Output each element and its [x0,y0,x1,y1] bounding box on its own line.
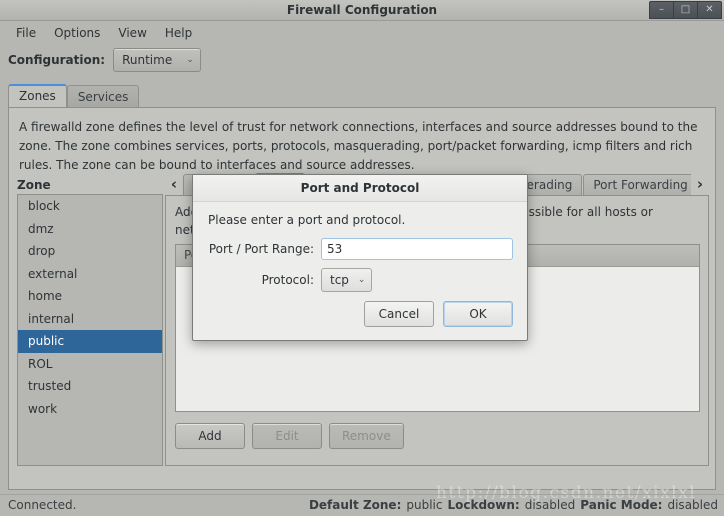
list-item[interactable]: block [18,195,162,218]
menubar: File Options View Help [0,22,724,44]
window-controls: – □ ✕ [649,1,722,19]
list-item-selected[interactable]: public [18,330,162,353]
configuration-row: Configuration: Runtime ⌄ [8,48,201,72]
scroll-right-icon[interactable]: › [691,174,709,196]
maximize-icon[interactable]: □ [673,1,698,19]
port-field-row: Port / Port Range: 53 [193,238,529,260]
protocol-select-value: tcp [330,273,349,287]
panic-mode-label: Panic Mode: [580,498,663,512]
default-zone-label: Default Zone: [308,498,402,512]
dialog-title: Port and Protocol [193,175,527,202]
minimize-icon[interactable]: – [649,1,674,19]
menu-item-options[interactable]: Options [45,24,109,42]
protocol-label: Protocol: [261,273,314,287]
port-label: Port / Port Range: [208,242,314,256]
menu-item-view[interactable]: View [109,24,155,42]
tab-services[interactable]: Services [66,85,140,108]
list-item[interactable]: trusted [18,375,162,398]
status-summary: Default Zone: public Lockdown: disabled … [309,498,718,512]
list-item[interactable]: internal [18,308,162,331]
remove-button: Remove [329,423,404,449]
list-item[interactable]: home [18,285,162,308]
protocol-field-row: Protocol: tcp ⌄ [193,268,529,292]
ports-button-row: Add Edit Remove [175,423,404,449]
scroll-left-icon[interactable]: ‹ [165,174,183,196]
lockdown-value: disabled [524,498,576,512]
menu-item-help[interactable]: Help [156,24,201,42]
port-and-protocol-dialog: Port and Protocol Please enter a port an… [192,174,528,341]
list-item[interactable]: external [18,263,162,286]
panic-mode-value: disabled [667,498,718,512]
tab-port-forwarding[interactable]: Port Forwarding [583,174,691,196]
list-item[interactable]: work [18,398,162,421]
ok-button[interactable]: OK [443,301,513,327]
dialog-buttons: Cancel OK [364,301,513,327]
configuration-select[interactable]: Runtime ⌄ [113,48,201,72]
configuration-label: Configuration: [8,53,106,67]
zone-list[interactable]: block dmz drop external home internal pu… [17,194,163,466]
list-item[interactable]: dmz [18,218,162,241]
list-item[interactable]: ROL [18,353,162,376]
window-title: Firewall Configuration [286,3,438,17]
lockdown-label: Lockdown: [447,498,520,512]
titlebar: Firewall Configuration – □ ✕ [0,0,724,21]
default-zone-value: public [406,498,443,512]
chevron-down-icon: ⌄ [357,275,366,285]
menu-item-file[interactable]: File [7,24,45,42]
protocol-select[interactable]: tcp ⌄ [321,268,373,292]
add-button[interactable]: Add [175,423,245,449]
dialog-message: Please enter a port and protocol. [208,213,406,227]
configuration-select-value: Runtime [122,53,173,67]
tab-zones[interactable]: Zones [8,84,67,108]
port-input[interactable]: 53 [321,238,513,260]
statusbar: Connected. Default Zone: public Lockdown… [0,494,724,516]
zone-description: A firewalld zone defines the level of tr… [19,120,698,172]
zone-list-header: Zone [17,178,51,192]
close-icon[interactable]: ✕ [697,1,722,19]
edit-button: Edit [252,423,322,449]
cancel-button[interactable]: Cancel [364,301,434,327]
firewall-configuration-window: Firewall Configuration – □ ✕ File Option… [0,0,724,516]
main-tabs: Zones Services [8,84,140,108]
connection-status: Connected. [8,498,77,512]
chevron-down-icon: ⌄ [186,55,194,65]
list-item[interactable]: drop [18,240,162,263]
